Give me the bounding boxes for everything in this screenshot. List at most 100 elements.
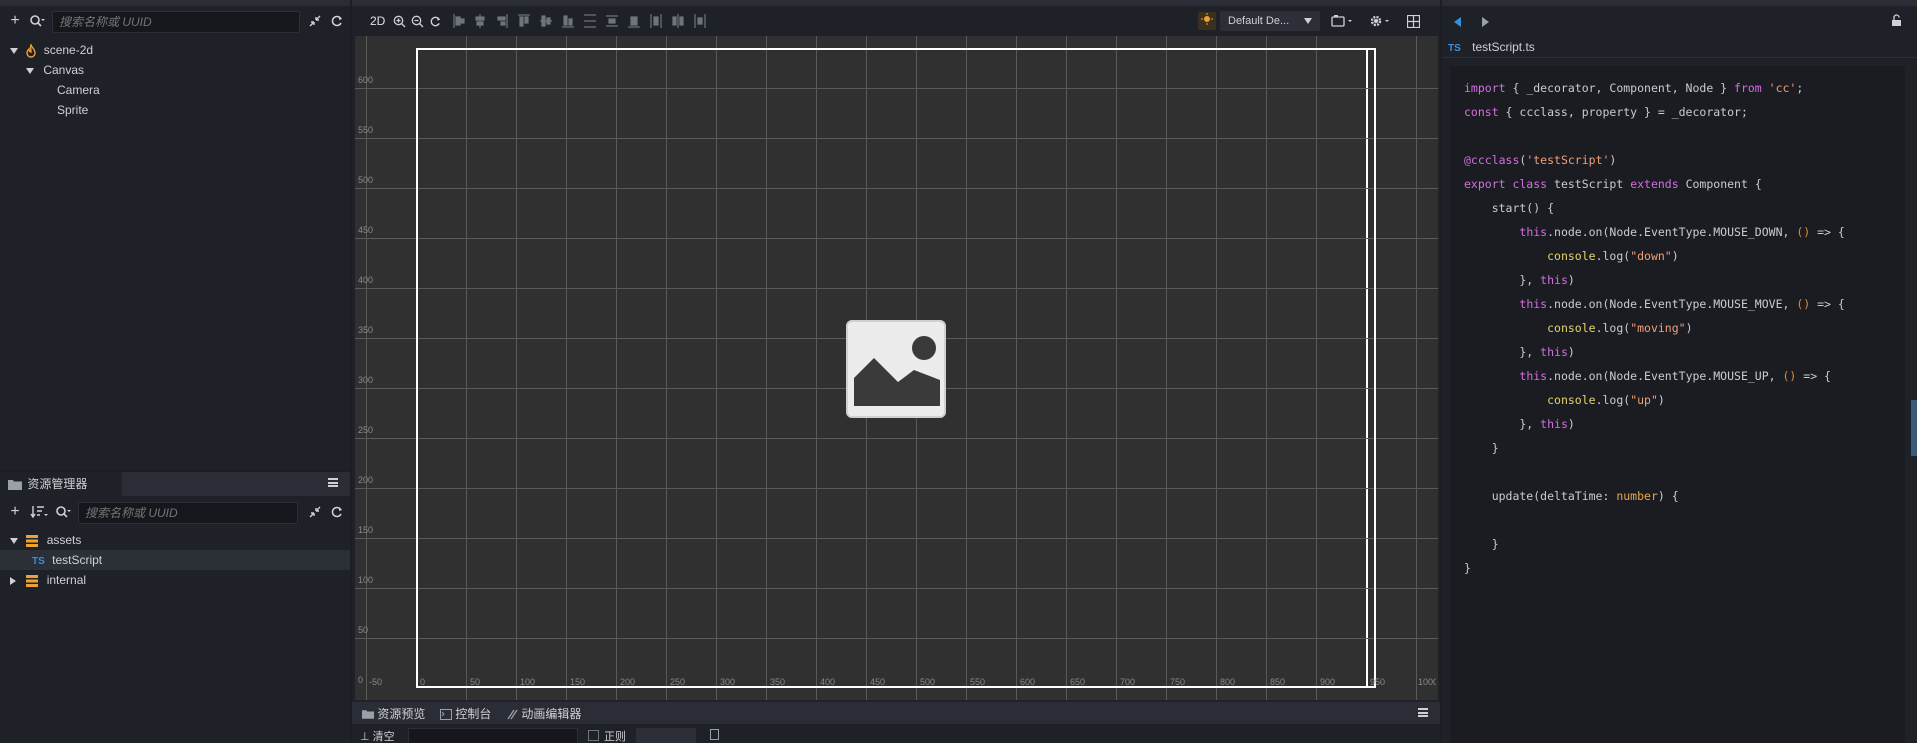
align-tools-icon[interactable] — [452, 12, 722, 30]
tab-asset-preview[interactable]: 资源预览 — [358, 704, 429, 724]
editor-scrollbar[interactable] — [1911, 400, 1917, 456]
code-line: }, this) — [1464, 345, 1575, 359]
tree-node-label: testScript — [52, 553, 103, 567]
code-line: console.log("up") — [1547, 393, 1665, 407]
forward-arrow-icon[interactable] — [1482, 17, 1489, 27]
search-type-button[interactable] — [54, 503, 72, 521]
zoom-in-icon — [393, 15, 405, 27]
tree-node-scene[interactable]: scene-2d — [10, 40, 93, 60]
x-tick-label: 400 — [820, 677, 836, 687]
add-asset-button[interactable]: + — [6, 503, 24, 521]
regex-label: 正则 — [604, 731, 626, 743]
code-line: console.log("down") — [1547, 249, 1679, 263]
layout-icon — [1406, 14, 1420, 28]
y-tick-label: 550 — [358, 125, 374, 135]
x-tick-label: 150 — [570, 677, 586, 687]
editor-tab-strip — [1442, 0, 1917, 6]
tab-console[interactable]: 控制台 — [436, 704, 495, 724]
y-tick-label: 500 — [358, 175, 374, 185]
y-tick-label: 350 — [358, 325, 374, 335]
tree-node-camera[interactable]: Camera — [57, 80, 100, 100]
search-type-button[interactable] — [28, 12, 46, 30]
collapse-all-button[interactable] — [306, 503, 324, 521]
sprite-image-placeholder[interactable] — [846, 320, 946, 418]
image-placeholder-icon — [854, 336, 940, 406]
code-line: const { ccclass, property } = _decorator… — [1464, 105, 1748, 119]
assets-search-input[interactable] — [78, 502, 298, 524]
assets-tab-label: 资源管理器 — [27, 477, 88, 491]
device-select[interactable]: Default De... — [1220, 11, 1320, 31]
bottom-panel: 资源预览 控制台 动画编辑器 ⊥ 清空 正则 — [352, 702, 1440, 743]
console-toolbar: ⊥ 清空 正则 — [352, 726, 1440, 743]
reset-view-button[interactable] — [426, 12, 444, 30]
copy-icon[interactable] — [710, 729, 719, 740]
panel-menu-icon[interactable] — [328, 478, 338, 487]
clear-button[interactable]: ⊥ 清空 — [360, 728, 395, 743]
chevron-down-icon[interactable] — [26, 67, 34, 74]
refresh-button[interactable] — [328, 12, 346, 30]
add-node-button[interactable]: + — [6, 12, 24, 30]
folder-icon — [8, 479, 22, 490]
x-tick-label: 100 — [520, 677, 536, 687]
back-arrow-icon[interactable] — [1454, 17, 1461, 27]
tree-node-canvas[interactable]: Canvas — [26, 60, 84, 80]
collapse-icon — [309, 15, 321, 27]
mode-2d-button[interactable]: 2D — [370, 14, 385, 28]
camera-icon — [1331, 15, 1352, 27]
lock-icon-svg — [1892, 14, 1901, 26]
code-line: } — [1464, 441, 1499, 455]
ts-badge: TS — [1448, 43, 1461, 54]
code-line: }, this) — [1464, 273, 1575, 287]
tree-node-assets[interactable]: assets — [10, 530, 81, 550]
collapse-all-button[interactable] — [306, 12, 324, 30]
animation-icon — [507, 709, 518, 720]
y-tick-label: 600 — [358, 75, 374, 85]
chevron-right-icon[interactable] — [10, 576, 16, 585]
tree-node-label: scene-2d — [43, 43, 94, 57]
y-tick-label: 50 — [358, 625, 369, 635]
tree-node-testscript[interactable]: TS testScript — [0, 550, 350, 570]
editor-toolbar — [1442, 8, 1917, 34]
chevron-down-icon[interactable] — [10, 537, 18, 544]
hierarchy-search-input[interactable] — [52, 11, 300, 33]
x-tick-label: 50 — [470, 677, 481, 687]
x-tick-label: 750 — [1170, 677, 1186, 687]
lock-icon[interactable] — [1891, 14, 1903, 30]
x-tick-label: 950 — [1370, 677, 1386, 687]
gizmo-toggle-button[interactable] — [1198, 12, 1216, 30]
tree-node-label: Canvas — [43, 63, 85, 77]
sort-button[interactable] — [28, 503, 50, 521]
camera-settings-button[interactable] — [1330, 12, 1356, 30]
refresh-button[interactable] — [328, 503, 346, 521]
x-tick-label: 650 — [1070, 677, 1086, 687]
zoom-in-button[interactable] — [390, 12, 408, 30]
tree-node-label: internal — [46, 573, 87, 587]
file-name: testScript.ts — [1472, 40, 1535, 54]
y-tick-label: 0 — [358, 675, 364, 685]
refresh-icon — [331, 506, 342, 518]
scene-fire-icon — [26, 42, 37, 58]
x-tick-label: -50 — [369, 677, 383, 687]
tree-node-sprite[interactable]: Sprite — [57, 100, 88, 120]
regex-checkbox[interactable] — [588, 730, 599, 741]
chevron-down-icon[interactable] — [10, 47, 18, 54]
zoom-out-button[interactable] — [408, 12, 426, 30]
panel-menu-icon[interactable] — [1418, 708, 1428, 717]
tab-animation-editor[interactable]: 动画编辑器 — [502, 704, 585, 724]
code-line: this.node.on(Node.EventType.MOUSE_MOVE, … — [1519, 297, 1845, 311]
code-line: export class testScript extends Componen… — [1464, 177, 1762, 191]
scene-settings-button[interactable] — [1368, 12, 1394, 30]
assets-tab[interactable]: 资源管理器 — [0, 472, 122, 496]
code-line: import { _decorator, Component, Node } f… — [1464, 81, 1804, 95]
layout-button[interactable] — [1404, 12, 1422, 30]
code-line: } — [1464, 561, 1471, 575]
console-filter-input[interactable] — [408, 728, 578, 743]
x-tick-label: 300 — [720, 677, 736, 687]
log-level-select[interactable] — [636, 728, 696, 743]
tree-node-internal[interactable]: internal — [10, 570, 86, 590]
x-tick-label: 1000 — [1418, 677, 1436, 687]
database-icon — [26, 574, 39, 587]
refresh-icon — [331, 15, 342, 27]
tree-node-label: assets — [46, 533, 82, 547]
editor-file-header: TS testScript.ts — [1442, 36, 1917, 58]
